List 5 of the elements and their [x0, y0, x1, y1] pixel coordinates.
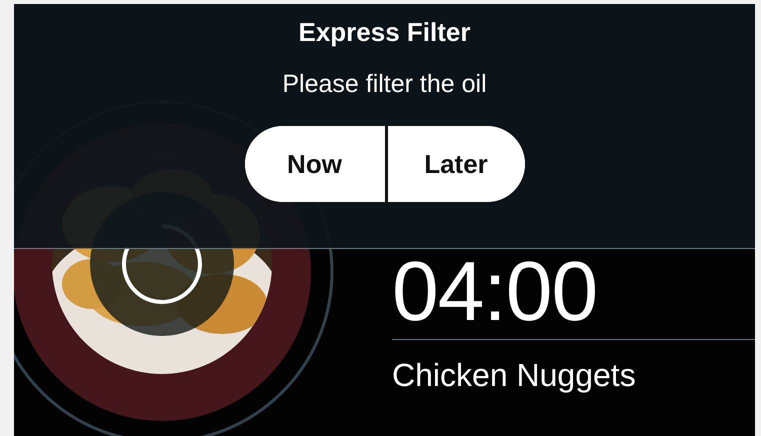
countdown-timer: 04:00: [392, 251, 598, 331]
later-button[interactable]: Later: [384, 126, 524, 202]
alert-message: Please filter the oil: [282, 69, 487, 99]
product-name: Chicken Nuggets: [392, 356, 636, 394]
alert-title: Express Filter: [298, 17, 470, 47]
